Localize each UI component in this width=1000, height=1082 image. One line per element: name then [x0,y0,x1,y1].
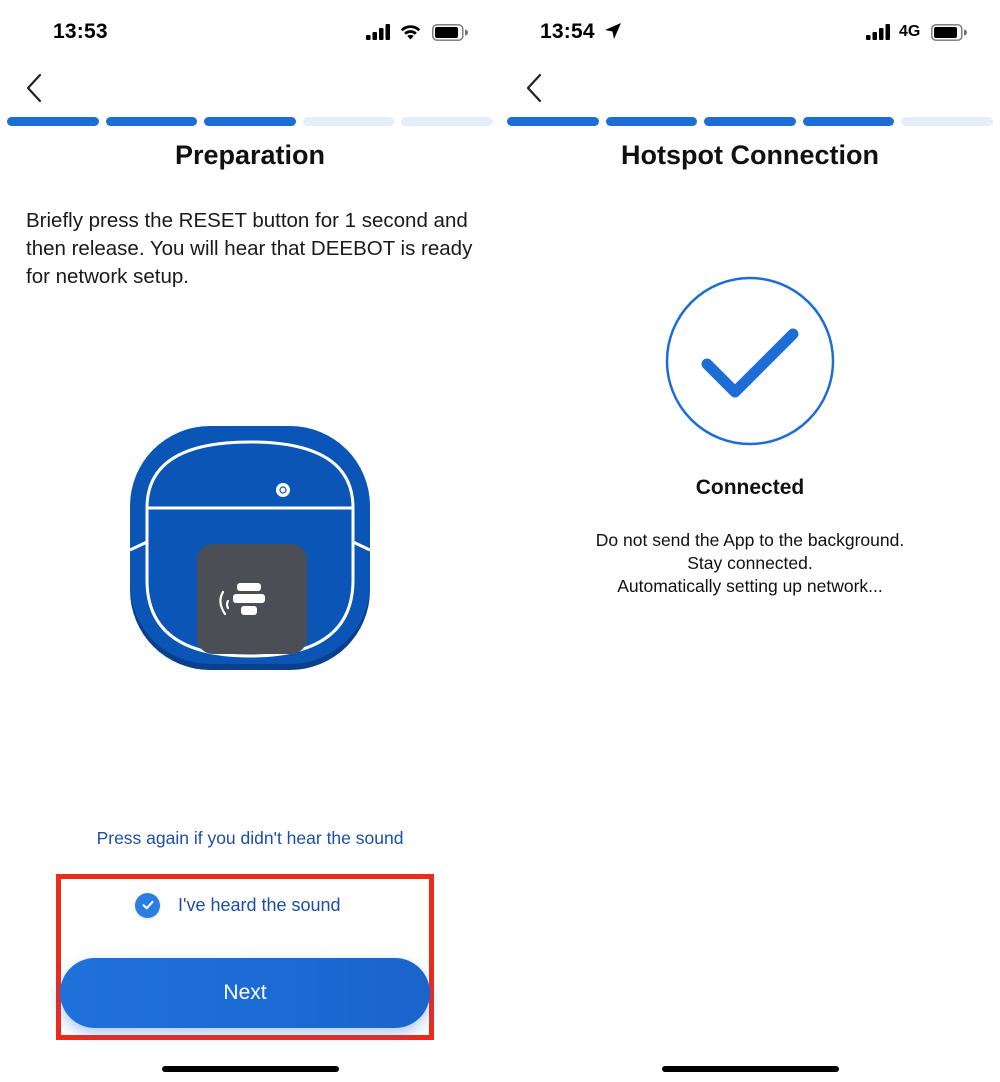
wifi-icon [400,25,421,40]
back-button[interactable] [20,70,50,110]
robot-vacuum-illustration [125,420,375,675]
back-button[interactable] [520,70,550,110]
location-arrow-icon [605,23,621,39]
status-message: Do not send the App to the background. [595,530,905,550]
battery-icon [432,24,468,41]
progress-step [401,117,493,126]
status-time: 13:53 [53,20,108,43]
next-button-label: Next [223,981,267,1004]
home-indicator [162,1066,339,1072]
page-title: Hotspot Connection [621,140,879,170]
network-type-label: 4G [899,23,921,40]
progress-step [204,117,296,126]
status-time: 13:54 [540,20,595,43]
heard-sound-checkbox[interactable]: I've heard the sound [135,891,341,919]
instruction-text: Briefly press the RESET button for 1 sec… [26,209,473,288]
progress-step [507,117,599,126]
battery-icon [931,24,967,41]
checkbox-label[interactable]: I've heard the sound [178,895,341,916]
connected-status-label: Connected [695,476,805,499]
chevron-left-icon [26,73,42,103]
chevron-left-icon [526,73,542,103]
checkbox-checked-icon[interactable] [135,892,160,918]
progress-step [605,117,698,126]
progress-step [302,117,395,126]
page-title: Preparation [174,140,326,170]
progress-step [901,117,993,126]
progress-step [105,117,198,126]
next-button[interactable]: Next [60,958,430,1028]
step-progress-bar [7,117,493,126]
status-bar: 13:53 [0,0,500,66]
press-again-link[interactable]: Press again if you didn't hear the sound [0,828,500,849]
step-progress-bar [507,117,993,126]
checkmark-circle-icon [665,276,835,446]
cellular-signal-icon [366,24,390,40]
progress-step [704,117,796,126]
cellular-signal-icon [866,24,890,40]
hotspot-connection-screen: 13:54 4G Hotspot Connection Connected Do… [500,0,1000,1082]
home-indicator [662,1066,839,1072]
status-message: Automatically setting up network... [617,576,883,596]
preparation-screen: 13:53 Preparation Briefly press the RESE… [0,0,500,1082]
progress-step [7,117,99,126]
status-message: Stay connected. [687,553,813,573]
progress-step [802,117,895,126]
status-bar: 13:54 4G [500,0,1000,66]
